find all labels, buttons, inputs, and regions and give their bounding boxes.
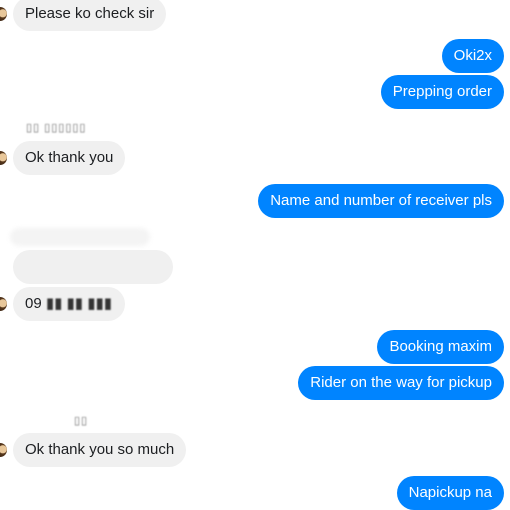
message-text: 09 xyxy=(25,295,42,312)
message-outgoing[interactable]: Oki2x xyxy=(441,39,504,73)
contact-avatar-icon[interactable] xyxy=(0,7,7,21)
message-outgoing[interactable]: Name and number of receiver pls xyxy=(258,184,504,218)
sender-name-redacted: ▯▯ ▯▯▯▯▯▯ xyxy=(26,122,87,134)
redacted-region xyxy=(10,228,150,246)
contact-avatar-icon[interactable] xyxy=(0,297,7,311)
contact-avatar-icon[interactable] xyxy=(0,443,7,457)
message-incoming[interactable]: Ok thank you so much xyxy=(13,433,187,467)
message-incoming-redacted[interactable] xyxy=(13,250,173,284)
contact-avatar-icon[interactable] xyxy=(0,151,7,165)
message-outgoing[interactable]: Prepping order xyxy=(380,75,504,109)
chat-thread: Please ko check sir Oki2x Prepping order… xyxy=(0,0,510,510)
redacted-digits: ▮▮ ▮▮ ▮▮▮ xyxy=(41,295,112,312)
message-outgoing[interactable]: Napickup na xyxy=(396,476,504,510)
message-incoming[interactable]: Please ko check sir xyxy=(13,0,167,31)
message-incoming[interactable]: Ok thank you xyxy=(13,141,126,175)
message-outgoing[interactable]: Rider on the way for pickup xyxy=(298,366,504,400)
message-incoming[interactable]: 09 ▮▮ ▮▮ ▮▮▮ xyxy=(13,287,125,321)
sender-name-redacted: ▯▯ xyxy=(74,415,89,427)
message-outgoing[interactable]: Booking maxim xyxy=(377,330,504,364)
